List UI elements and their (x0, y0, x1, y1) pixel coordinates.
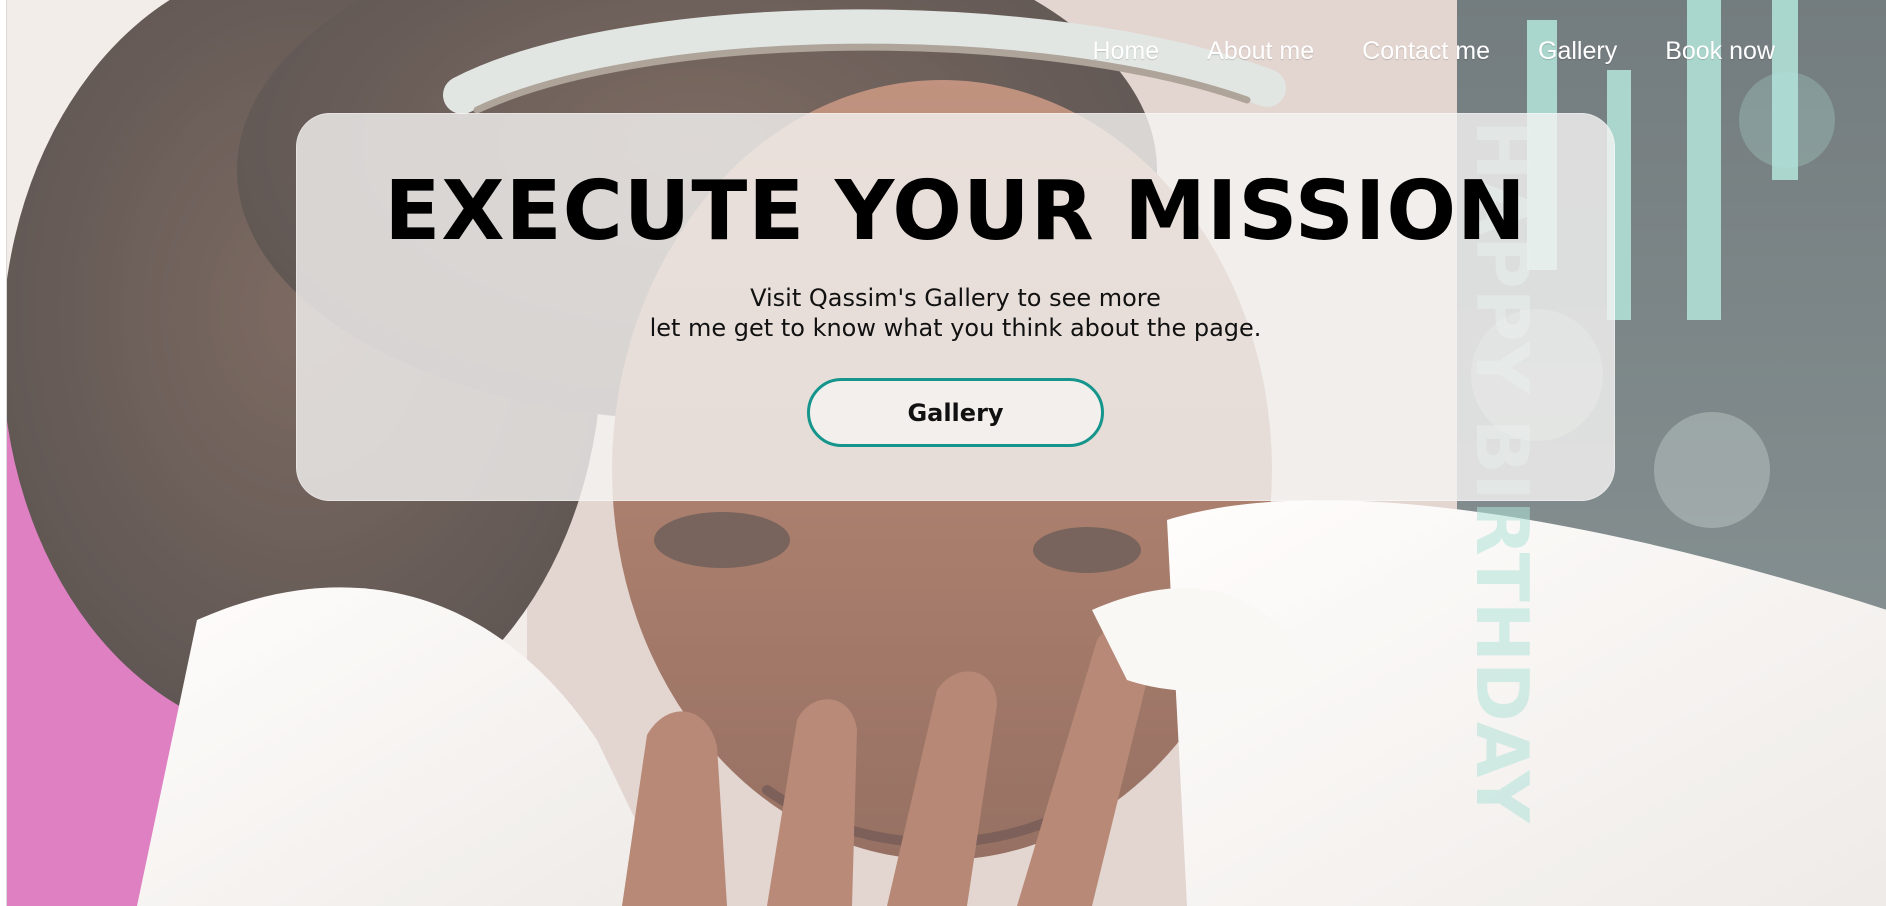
hero-subtitle: Visit Qassim's Gallery to see more let m… (296, 283, 1615, 343)
nav-contact-me-link[interactable]: Contact me (1362, 39, 1490, 64)
gallery-button[interactable]: Gallery (807, 378, 1104, 447)
hero-subtitle-line-1: Visit Qassim's Gallery to see more (750, 284, 1161, 312)
hero-title: EXECUTE YOUR MISSION (384, 164, 1527, 259)
nav-gallery-link[interactable]: Gallery (1538, 39, 1617, 64)
top-navigation: Home About me Contact me Gallery Book no… (1092, 39, 1775, 64)
nav-book-now-link[interactable]: Book now (1665, 39, 1775, 64)
nav-about-me-link[interactable]: About me (1207, 39, 1314, 64)
hero-card: EXECUTE YOUR MISSION Visit Qassim's Gall… (296, 113, 1615, 501)
page-frame: HAPPY BIRTHDAY Home About me Contact me … (6, 0, 1886, 906)
hero-subtitle-line-2: let me get to know what you think about … (649, 314, 1262, 342)
nav-home-link[interactable]: Home (1092, 39, 1159, 64)
